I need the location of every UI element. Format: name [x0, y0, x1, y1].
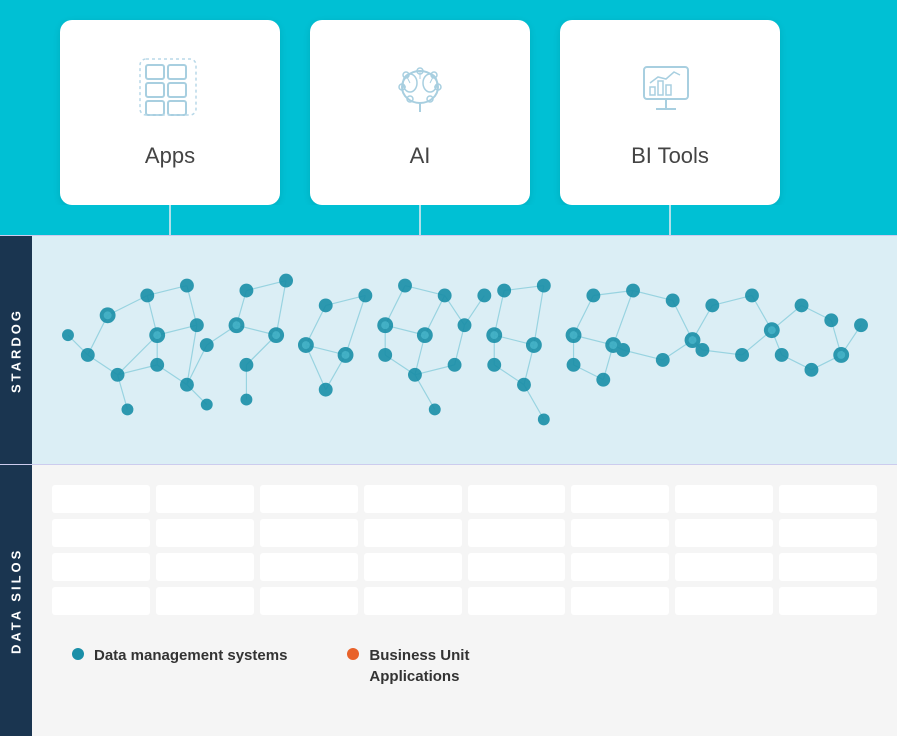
connector-area	[0, 205, 897, 235]
connector-ai	[310, 205, 530, 235]
silo-cell	[571, 485, 669, 513]
apps-card: Apps	[60, 20, 280, 205]
ai-icon	[388, 57, 453, 131]
silo-cell	[779, 519, 877, 547]
silo-cell	[364, 485, 462, 513]
bi-label: BI Tools	[631, 143, 709, 169]
datasilos-content: Data management systems Business UnitApp…	[32, 465, 897, 736]
silo-cell	[779, 587, 877, 615]
silos-grid	[52, 485, 877, 615]
silo-cell	[675, 519, 773, 547]
silo-cell	[364, 587, 462, 615]
silo-cell	[260, 587, 358, 615]
silo-cell	[468, 485, 566, 513]
legend-dot-orange	[347, 648, 359, 660]
silo-cell	[571, 519, 669, 547]
silo-cell	[156, 519, 254, 547]
silo-cell	[52, 485, 150, 513]
connector-bi	[560, 205, 780, 235]
apps-icon	[138, 57, 203, 131]
stardog-label: STARDOG	[0, 236, 32, 464]
datasilos-label: DATA SILOS	[0, 465, 32, 736]
top-section: Apps	[0, 0, 897, 205]
silo-cell	[571, 587, 669, 615]
silo-cell	[52, 519, 150, 547]
silo-cell	[156, 485, 254, 513]
silo-cell	[260, 519, 358, 547]
datasilos-section: DATA SILOS	[0, 465, 897, 736]
silo-cell	[52, 587, 150, 615]
silo-cell	[364, 519, 462, 547]
silo-cell	[156, 587, 254, 615]
silo-cell	[468, 519, 566, 547]
legend-area: Data management systems Business UnitApp…	[52, 635, 877, 697]
ai-card: AI	[310, 20, 530, 205]
bi-card: BI Tools	[560, 20, 780, 205]
silo-cell	[156, 553, 254, 581]
stardog-section: STARDOG	[0, 235, 897, 465]
silo-cell	[571, 553, 669, 581]
silo-cell	[260, 485, 358, 513]
silo-cell	[468, 553, 566, 581]
legend-item-blue: Data management systems	[72, 645, 287, 666]
silo-cell	[675, 553, 773, 581]
connector-apps	[60, 205, 280, 235]
silo-cell	[675, 485, 773, 513]
silo-cell	[779, 485, 877, 513]
silo-cell	[468, 587, 566, 615]
legend-text-orange: Business UnitApplications	[369, 645, 469, 687]
silo-cell	[52, 553, 150, 581]
apps-label: Apps	[145, 143, 195, 169]
legend-dot-blue	[72, 648, 84, 660]
silo-cell	[779, 553, 877, 581]
ai-label: AI	[410, 143, 431, 169]
legend-text-blue: Data management systems	[94, 645, 287, 666]
silo-cell	[364, 553, 462, 581]
bi-icon	[638, 57, 703, 131]
main-container: Apps	[0, 0, 897, 736]
stardog-graph	[32, 236, 897, 464]
silo-cell	[675, 587, 773, 615]
silo-cell	[260, 553, 358, 581]
legend-item-orange: Business UnitApplications	[347, 645, 469, 687]
